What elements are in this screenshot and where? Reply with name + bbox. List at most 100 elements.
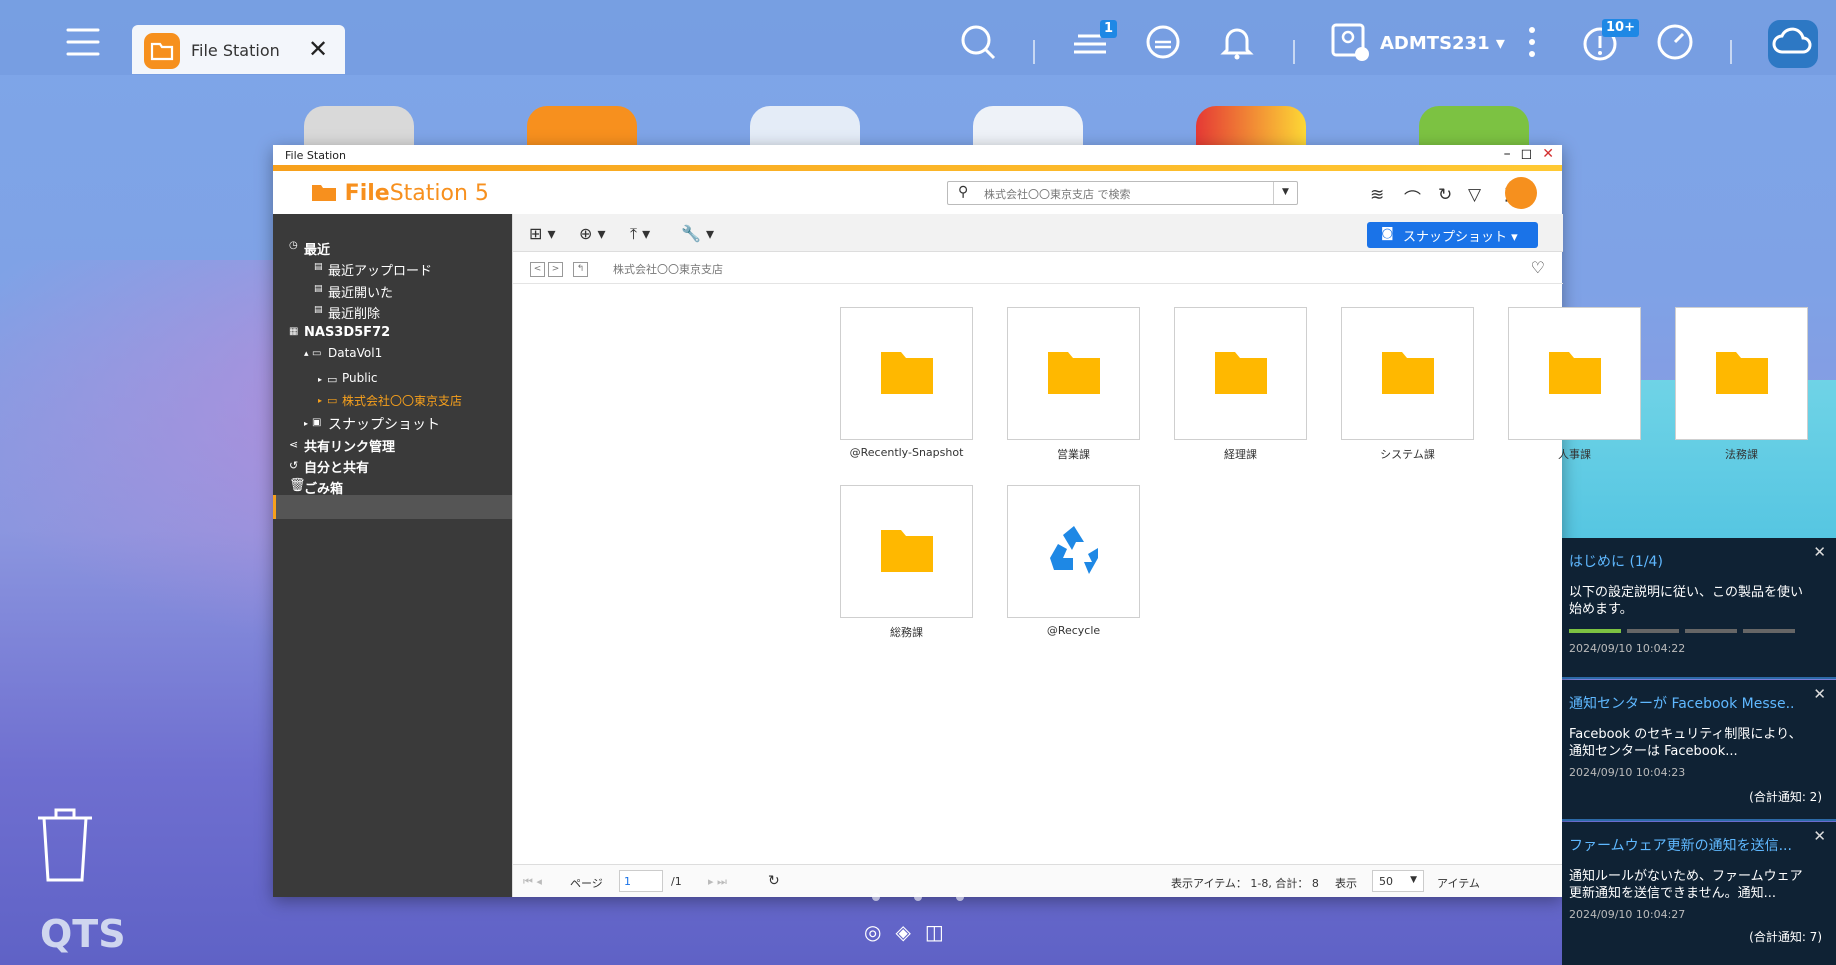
background-task-icon[interactable]: ≋ (1370, 185, 1384, 205)
sidebar-item-recent-opened[interactable]: 最近開いた (328, 282, 393, 301)
sidebar-item-datavol1[interactable]: DataVol1 (328, 346, 382, 360)
bell-icon[interactable] (1217, 22, 1257, 62)
folder-icon (881, 530, 933, 572)
notification-body: Facebook のセキュリティ制限により、通知センターは Facebook..… (1569, 727, 1802, 759)
page-number-input[interactable]: 1 (619, 870, 663, 892)
expand-arrow-icon[interactable]: ▸ (318, 375, 322, 384)
back-icon[interactable]: < (530, 262, 545, 277)
folder-item[interactable]: 総務課 (840, 485, 973, 640)
snapshot-button[interactable]: ◙ スナップショット ▾ (1367, 222, 1538, 248)
desktop-page-dots[interactable] (872, 893, 964, 901)
separator (1730, 40, 1732, 64)
folder-item[interactable]: システム課 (1341, 307, 1474, 462)
taskbar: File Station ✕ 1 ADMTS231 ▾ 10+ (0, 0, 1836, 75)
close-button[interactable]: ✕ (1542, 146, 1554, 162)
remote-mount-icon[interactable]: ⌒ (1404, 185, 1421, 210)
folder-icon (881, 352, 933, 394)
folder-item[interactable]: 営業課 (1007, 307, 1140, 462)
cloud-icon[interactable] (1768, 20, 1818, 68)
close-icon[interactable]: ✕ (1813, 543, 1826, 561)
recycle-bin-icon[interactable] (36, 806, 94, 882)
utility-icon[interactable]: ◈ (895, 920, 910, 944)
next-page-icon[interactable]: ▸ ⏭ (708, 875, 727, 889)
close-icon[interactable]: ✕ (1813, 827, 1826, 845)
sidebar-item-recent[interactable]: 最近 (304, 239, 330, 258)
sidebar-item-snapshot[interactable]: スナップショット (328, 414, 440, 434)
file-icon: ▤ (314, 262, 323, 272)
progress-step (1685, 629, 1737, 633)
snapshot-icon: ▣ (312, 417, 322, 428)
minimize-button[interactable]: – (1504, 146, 1511, 162)
folder-item[interactable]: 経理課 (1174, 307, 1307, 462)
folder-item[interactable]: 法務課 (1675, 307, 1808, 462)
camera-icon: ◙ (1381, 226, 1394, 241)
expand-arrow-icon[interactable]: ▸ (304, 419, 308, 428)
notification-card[interactable]: ファームウェア更新の通知を送信... ✕ 通知ルールがないため、ファームウェア更… (1562, 822, 1836, 965)
favorite-heart-icon[interactable]: ♡ (1531, 258, 1545, 277)
username[interactable]: ADMTS231 ▾ (1380, 33, 1505, 54)
folder-item[interactable]: 人事課 (1508, 307, 1641, 462)
folder-label: @Recently-Snapshot (849, 446, 964, 459)
sidebar-item-recent-deleted[interactable]: 最近削除 (328, 303, 380, 322)
myqnapcloud-icon[interactable]: ◎ (864, 920, 881, 944)
tasks-badge: 1 (1100, 20, 1118, 38)
search-dropdown-icon[interactable]: ▼ (1273, 182, 1297, 204)
breadcrumb: 株式会社〇〇東京支店 (613, 263, 723, 276)
search-icon: ⚲ (958, 184, 969, 200)
view-mode-icon[interactable]: ⊞ ▾ (529, 224, 556, 243)
maximize-button[interactable]: ◻ (1521, 146, 1533, 162)
sidebar-item-public[interactable]: Public (342, 371, 378, 385)
notification-title: はじめに (1/4) (1569, 554, 1663, 570)
search-icon[interactable] (958, 22, 998, 62)
notification-card[interactable]: はじめに (1/4) ✕ 以下の設定説明に従い、この製品を使い始めます。 202… (1562, 538, 1836, 679)
file-station-window: File Station – ◻ ✕ FileStation 5 ⚲ 株式会社〇… (273, 145, 1808, 897)
tools-icon[interactable]: 🔧 ▾ (681, 224, 714, 243)
main-menu-icon[interactable] (66, 25, 100, 59)
window-titlebar: File Station – ◻ ✕ (273, 145, 1562, 165)
nas-icon: ▦ (289, 326, 299, 337)
dashboard-gauge-icon[interactable] (1655, 22, 1695, 62)
page-total: /1 (671, 875, 682, 888)
parent-folder-icon[interactable]: ↰ (573, 262, 588, 277)
progress-step (1569, 629, 1621, 633)
user-avatar-icon[interactable] (1505, 177, 1537, 209)
taskbar-tab-file-station[interactable]: File Station ✕ (132, 25, 345, 74)
user-icon[interactable] (1330, 22, 1370, 62)
items-per-page-select[interactable]: 50 ▼ (1372, 870, 1424, 892)
page-label: ページ (570, 877, 603, 890)
notification-card[interactable]: 通知センターが Facebook Messe... ✕ Facebook のセキ… (1562, 680, 1836, 821)
first-page-icon[interactable]: ⏮ ◂ (523, 875, 542, 889)
search-input[interactable]: ⚲ 株式会社〇〇東京支店 で検索 ▼ (947, 181, 1298, 205)
tab-label: File Station (191, 41, 280, 60)
items-info: 表示アイテム： 1-8, 合計： 8 (1171, 877, 1319, 890)
toolbar: ⊞ ▾ ⊕ ▾ ⤒ ▾ 🔧 ▾ ◙ スナップショット ▾ (513, 214, 1563, 252)
expand-arrow-icon[interactable]: ▴ (304, 349, 309, 359)
app-icon[interactable]: ◫ (925, 920, 944, 944)
folder-item[interactable]: @Recently-Snapshot (840, 307, 973, 459)
forward-icon[interactable]: > (548, 262, 563, 277)
tab-close-icon[interactable]: ✕ (308, 35, 328, 63)
create-folder-icon[interactable]: ⊕ ▾ (579, 224, 606, 243)
sync-icon[interactable] (1143, 22, 1183, 62)
expand-arrow-icon[interactable]: ▸ (318, 396, 322, 405)
refresh-icon[interactable]: ↻ (1438, 185, 1452, 205)
sidebar-item-selected-folder[interactable]: 株式会社〇〇東京支店 (342, 392, 462, 409)
folder-label: 経理課 (1224, 448, 1257, 461)
folder-label: @Recycle (1046, 624, 1101, 637)
filter-icon[interactable]: ▽ (1468, 185, 1481, 205)
close-icon[interactable]: ✕ (1813, 685, 1826, 703)
notification-body: 以下の設定説明に従い、この製品を使い始めます。 (1569, 585, 1804, 617)
upload-icon[interactable]: ⤒ ▾ (630, 224, 650, 244)
sidebar-item-share-links[interactable]: 共有リンク管理 (304, 436, 395, 455)
sidebar-item-recent-upload[interactable]: 最近アップロード (328, 260, 432, 279)
sidebar-item-trash[interactable]: ごみ箱 (304, 478, 343, 497)
folder-item[interactable]: @Recycle (1007, 485, 1140, 637)
sidebar-item-shared-with-me[interactable]: 自分と共有 (304, 457, 369, 476)
sidebar: ◷ 最近 ▤ 最近アップロード ▤ 最近開いた ▤ 最近削除 ▦ NAS3D5F… (273, 214, 512, 897)
more-options-icon[interactable] (1512, 22, 1552, 62)
show-label: 表示 (1335, 877, 1357, 890)
status-bar: ⏮ ◂ ページ 1 /1 ▸ ⏭ ↻ 表示アイテム： 1-8, 合計： 8 表示… (513, 864, 1563, 897)
sidebar-selection-highlight (273, 495, 512, 519)
sidebar-item-nas[interactable]: NAS3D5F72 (304, 325, 390, 340)
refresh-icon[interactable]: ↻ (768, 873, 780, 889)
